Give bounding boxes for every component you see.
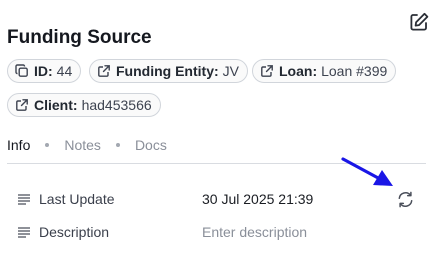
tab-docs[interactable]: Docs [135, 137, 167, 153]
annotation-arrow-icon [341, 157, 393, 186]
chip-key: Client: [34, 97, 78, 113]
tab-info[interactable]: Info [7, 137, 30, 153]
chip-key: Funding Entity: [116, 63, 219, 79]
chip-key: Loan: [279, 63, 318, 79]
chip-client[interactable]: Client: had453566 [7, 93, 161, 117]
chip-funding-entity[interactable]: Funding Entity: JV [89, 59, 248, 83]
lines-icon [18, 227, 30, 238]
tab-bar: Info Notes Docs [7, 137, 426, 153]
refresh-icon[interactable] [396, 190, 415, 209]
chip-id[interactable]: ID: 44 [7, 59, 82, 83]
chip-value: Loan #399 [321, 63, 388, 79]
chip-key: ID: [34, 63, 53, 79]
field-label: Last Update [39, 191, 115, 207]
field-label: Description [39, 224, 110, 240]
edit-icon[interactable] [408, 11, 430, 33]
external-link-icon [16, 99, 28, 111]
chip-loan[interactable]: Loan: Loan #399 [252, 59, 397, 83]
field-last-update: Last Update 30 Jul 2025 21:39 [17, 189, 427, 209]
tab-notes[interactable]: Notes [64, 137, 101, 153]
lines-icon [18, 194, 30, 205]
field-value: 30 Jul 2025 21:39 [202, 191, 314, 207]
chip-value: 44 [56, 63, 73, 79]
external-link-icon [98, 65, 110, 77]
tab-separator [45, 143, 50, 147]
chip-value: had453566 [81, 97, 152, 113]
chip-value: JV [222, 63, 239, 79]
description-input[interactable]: Enter description [202, 224, 307, 240]
external-link-icon [261, 65, 273, 77]
field-description: Description Enter description [17, 222, 427, 242]
copy-icon [15, 64, 28, 77]
tab-separator [115, 143, 120, 147]
page-title: Funding Source [7, 27, 152, 48]
